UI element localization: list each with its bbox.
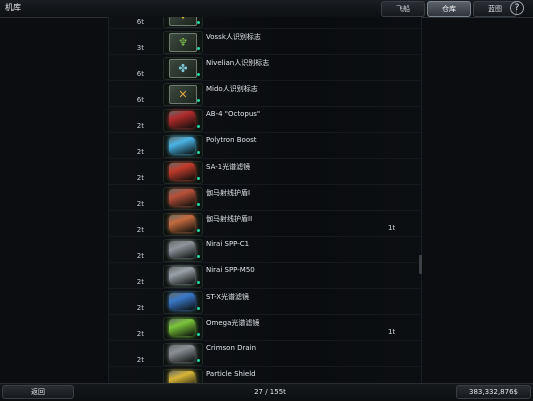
item-name: Polytron Boost [206,136,257,144]
item-name: Nirai SPP-C1 [206,240,250,248]
status-dot-icon [197,203,200,206]
status-dot-icon [197,307,200,310]
list-item[interactable]: 2t Nirai SPP-M50 [109,263,421,289]
list-item[interactable]: 2t 伽马射线护盾I [109,185,421,211]
item-name: Nirai SPP-M50 [206,266,255,274]
help-icon[interactable]: ? [510,1,524,15]
list-item[interactable]: 2t 伽马射线护盾II 1t [109,211,421,237]
item-quantity: 2t [136,278,144,286]
list-item[interactable]: 2t Polytron Boost [109,133,421,159]
item-name: 伽马射线护盾II [206,215,253,223]
status-dot-icon [197,333,200,336]
item-name: Crimson Drain [206,344,257,352]
list-item[interactable]: 2t Nirai SPP-C1 [109,237,421,263]
list-item[interactable]: 3t ♆ Vossk人识别标志 [109,29,421,55]
insignia-icon: ✕ [169,85,197,104]
insignia-icon: ♆ [169,33,197,52]
list-item[interactable]: 6t✦Terran人识别标志 [109,17,421,29]
item-quantity: 6t [136,18,144,26]
bottom-bar: 返回 27 / 155t 383,332,876$ [0,383,533,401]
status-dot-icon [197,73,200,76]
item-quantity: 2t [136,226,144,234]
item-secondary-quantity: 1t [388,224,396,232]
module-icon [169,137,195,154]
item-quantity: 2t [136,148,144,156]
module-icon [169,345,195,362]
status-dot-icon [197,255,200,258]
module-icon [169,241,195,258]
module-icon [169,319,195,336]
module-icon [169,267,195,284]
list-item[interactable]: 6t ✤ Nivelian人识别标志 [109,55,421,81]
back-button[interactable]: 返回 [2,385,74,399]
status-dot-icon [197,99,200,102]
item-name: SA-1光谱滤镜 [206,163,251,171]
item-name: 伽马射线护盾I [206,189,251,197]
item-name: Mido人识别标志 [206,85,258,93]
status-dot-icon [197,359,200,362]
item-secondary-quantity: 1t [388,328,396,336]
status-dot-icon [197,281,200,284]
item-quantity: 2t [136,330,144,338]
list-item[interactable]: 2t Crimson Drain [109,341,421,367]
scrollbar-thumb[interactable] [419,255,422,274]
module-icon [169,111,195,128]
status-dot-icon [197,21,200,24]
module-icon [169,215,195,232]
item-name: Nivelian人识别标志 [206,59,270,67]
list-item[interactable]: 2t AB-4 "Octopus" [109,107,421,133]
module-icon [169,371,195,383]
inventory-list[interactable]: 6t✦Terran人识别标志3t♆Vossk人识别标志6t✤Nivelian人识… [108,17,422,383]
item-name: Vossk人识别标志 [206,33,261,41]
item-name: Omega光谱滤镜 [206,319,260,327]
insignia-icon: ✦ [169,17,197,26]
item-quantity: 2t [136,122,144,130]
list-item[interactable]: 2t Omega光谱滤镜 1t [109,315,421,341]
list-item[interactable]: 2t SA-1光谱滤镜 [109,159,421,185]
tab-storage[interactable]: 仓库 [427,1,471,17]
top-bar: 机库 飞船 仓库 蓝图 ? [0,0,533,18]
module-icon [169,189,195,206]
cargo-count: 27 / 155t [254,388,286,396]
item-quantity: 2t [136,200,144,208]
inventory-list-content: 6t✦Terran人识别标志3t♆Vossk人识别标志6t✤Nivelian人识… [109,17,421,383]
item-quantity: 6t [136,96,144,104]
item-quantity: 2t [136,252,144,260]
tab-ships[interactable]: 飞船 [381,1,425,17]
list-item[interactable]: 2t ST-X光谱滤镜 [109,289,421,315]
list-item[interactable]: 6t ✕ Mido人识别标志 [109,81,421,107]
item-quantity: 2t [136,304,144,312]
status-dot-icon [197,151,200,154]
status-dot-icon [197,47,200,50]
item-name: Particle Shield [206,370,256,378]
credits-display[interactable]: 383,332,876$ [456,385,531,399]
insignia-icon: ✤ [169,59,197,78]
item-quantity: 3t [136,44,144,52]
status-dot-icon [197,125,200,128]
item-name: AB-4 "Octopus" [206,110,261,118]
item-quantity: 6t [136,70,144,78]
list-item[interactable]: 2tParticle Shield [109,367,421,383]
item-name: ST-X光谱滤镜 [206,293,250,301]
status-dot-icon [197,177,200,180]
item-quantity: 2t [136,356,144,364]
item-quantity: 2t [136,174,144,182]
module-icon [169,293,195,310]
page-title: 机库 [5,3,21,12]
module-icon [169,163,195,180]
status-dot-icon [197,229,200,232]
tab-bar: 飞船 仓库 蓝图 [381,0,519,17]
